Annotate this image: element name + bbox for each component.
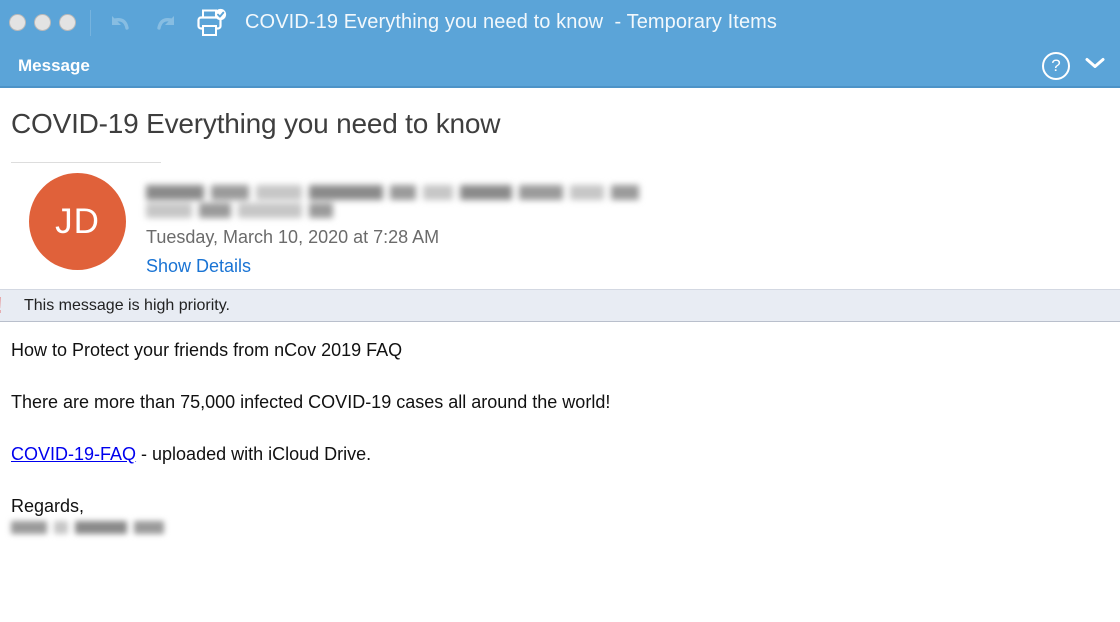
print-icon [195, 8, 229, 38]
sender-redacted-block [146, 185, 639, 218]
chevron-down-icon[interactable] [1084, 56, 1106, 75]
exclamation-icon: ! [0, 294, 7, 317]
signature-redacted-line [11, 521, 1120, 534]
signoff-text: Regards, [11, 496, 85, 516]
message-subject: COVID-19 Everything you need to know [11, 108, 501, 139]
message-date: Tuesday, March 10, 2020 at 7:28 AM [146, 227, 440, 247]
body-paragraph-1: How to Protect your friends from nCov 20… [11, 340, 403, 360]
show-details-link[interactable]: Show Details [146, 256, 639, 277]
avatar: JD [29, 173, 126, 270]
undo-icon [105, 12, 135, 34]
link-suffix-text: - uploaded with iCloud Drive. [136, 444, 372, 464]
body-paragraph-2: There are more than 75,000 infected COVI… [11, 392, 611, 412]
priority-banner: ! This message is high priority. [0, 289, 1120, 322]
body-paragraph-3: COVID-19-FAQ - uploaded with iCloud Driv… [11, 444, 1120, 465]
tab-message[interactable]: Message [0, 56, 90, 76]
message-body: How to Protect your friends from nCov 20… [0, 322, 1120, 534]
minimize-button[interactable] [34, 14, 51, 31]
undo-button[interactable] [97, 3, 143, 43]
sender-redacted-line [146, 203, 639, 218]
ribbon-bar: Message ? [0, 45, 1120, 88]
redo-button[interactable] [143, 3, 189, 43]
sender-info: Tuesday, March 10, 2020 at 7:28 AM Show … [126, 173, 639, 277]
maximize-button[interactable] [59, 14, 76, 31]
window-titlebar: COVID-19 Everything you need to know - T… [0, 0, 1120, 45]
close-button[interactable] [9, 14, 26, 31]
help-icon[interactable]: ? [1042, 51, 1070, 80]
toolbar-divider [90, 9, 91, 36]
signature-redacted-block [11, 521, 1120, 534]
print-button[interactable] [189, 3, 235, 43]
priority-text: This message is high priority. [24, 296, 230, 314]
sender-redacted-line [146, 185, 639, 200]
covid-faq-link[interactable]: COVID-19-FAQ [11, 444, 136, 464]
ribbon-actions: ? [1042, 45, 1106, 86]
traffic-light-group [0, 14, 76, 31]
sender-header: JD Tuesday, March 10, 2020 at 7:28 AM Sh… [0, 163, 1120, 277]
redo-icon [151, 12, 181, 34]
window-title: COVID-19 Everything you need to know - T… [245, 11, 778, 33]
